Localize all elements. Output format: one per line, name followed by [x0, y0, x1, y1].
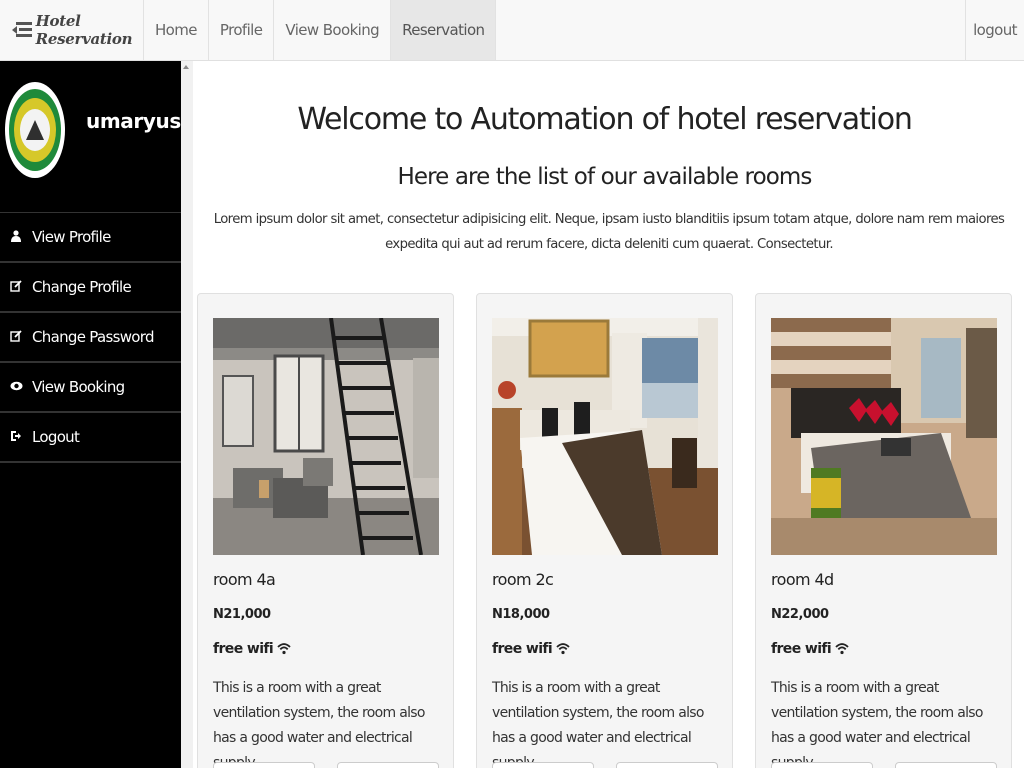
sidebar-scrollbar[interactable] [181, 61, 193, 768]
room-price: N22,000 [771, 607, 829, 622]
room-image [492, 318, 718, 555]
eye-icon [0, 380, 32, 394]
room-description: This is a room with a great ventilation … [213, 680, 425, 768]
sidebar-item-view-profile[interactable]: View Profile [0, 213, 181, 263]
avatar [5, 82, 65, 178]
room-wifi: free wifi [213, 641, 291, 657]
scroll-up-icon[interactable] [183, 65, 189, 69]
menu-toggle-icon[interactable] [12, 21, 32, 39]
wifi-icon [835, 642, 849, 656]
room-card: room 4d N22,000 free wifi This is a room… [755, 293, 1012, 768]
page-subtitle: Here are the list of our available rooms [397, 164, 812, 190]
sidebar-item-label: Change Profile [32, 278, 132, 296]
room-name: room 4d [771, 570, 834, 589]
page-title: Welcome to Automation of hotel reservati… [297, 102, 913, 137]
card-button-primary[interactable] [771, 762, 873, 768]
user-icon [0, 229, 32, 245]
edit-icon [0, 329, 32, 345]
room-description: This is a room with a great ventilation … [771, 680, 983, 768]
nav-profile[interactable]: Profile [209, 0, 275, 60]
sidebar-item-view-booking[interactable]: View Booking [0, 363, 181, 413]
card-button-secondary[interactable] [616, 762, 718, 768]
sidebar-item-logout[interactable]: Logout [0, 413, 181, 463]
room-wifi: free wifi [771, 641, 849, 657]
edit-icon [0, 279, 32, 295]
room-image [771, 318, 997, 555]
nav-reservation[interactable]: Reservation [391, 0, 497, 60]
sidebar-item-label: Change Password [32, 328, 154, 346]
top-navbar: Hotel Reservation Home Profile View Book… [0, 0, 1024, 61]
room-name: room 2c [492, 570, 554, 589]
wifi-icon [556, 642, 570, 656]
wifi-label: free wifi [771, 641, 832, 657]
room-image [213, 318, 439, 555]
card-button-primary[interactable] [213, 762, 315, 768]
room-price: N18,000 [492, 607, 550, 622]
main-content: Welcome to Automation of hotel reservati… [193, 61, 1024, 768]
nav-view-booking[interactable]: View Booking [274, 0, 392, 60]
sign-out-icon [0, 430, 32, 445]
card-button-secondary[interactable] [337, 762, 439, 768]
sidebar-item-change-profile[interactable]: Change Profile [0, 263, 181, 313]
room-description: This is a room with a great ventilation … [492, 680, 704, 768]
room-wifi: free wifi [492, 641, 570, 657]
brand-title[interactable]: Hotel Reservation [36, 12, 143, 48]
profile-area: umaryusuf [0, 61, 203, 213]
sidebar-item-change-password[interactable]: Change Password [0, 313, 181, 363]
wifi-label: free wifi [213, 641, 274, 657]
brand[interactable]: Hotel Reservation [0, 0, 144, 60]
wifi-label: free wifi [492, 641, 553, 657]
room-card: room 4a N21,000 free wifi This is a room… [197, 293, 454, 768]
sidebar-item-label: View Booking [32, 378, 125, 396]
room-price: N21,000 [213, 607, 271, 622]
sidebar-item-label: View Profile [32, 228, 111, 246]
card-button-secondary[interactable] [895, 762, 997, 768]
room-name: room 4a [213, 570, 276, 589]
nav-links: Home Profile View Booking Reservation [144, 0, 497, 60]
nav-logout[interactable]: logout [965, 0, 1024, 60]
nav-home[interactable]: Home [144, 0, 209, 60]
intro-text: Lorem ipsum dolor sit amet, consectetur … [213, 212, 1005, 252]
room-card: room 2c N18,000 free wifi This is a room… [476, 293, 733, 768]
card-button-primary[interactable] [492, 762, 594, 768]
sidebar-item-label: Logout [32, 428, 80, 446]
wifi-icon [277, 642, 291, 656]
sidebar: umaryusuf View Profile Change Profile Ch… [0, 61, 203, 768]
